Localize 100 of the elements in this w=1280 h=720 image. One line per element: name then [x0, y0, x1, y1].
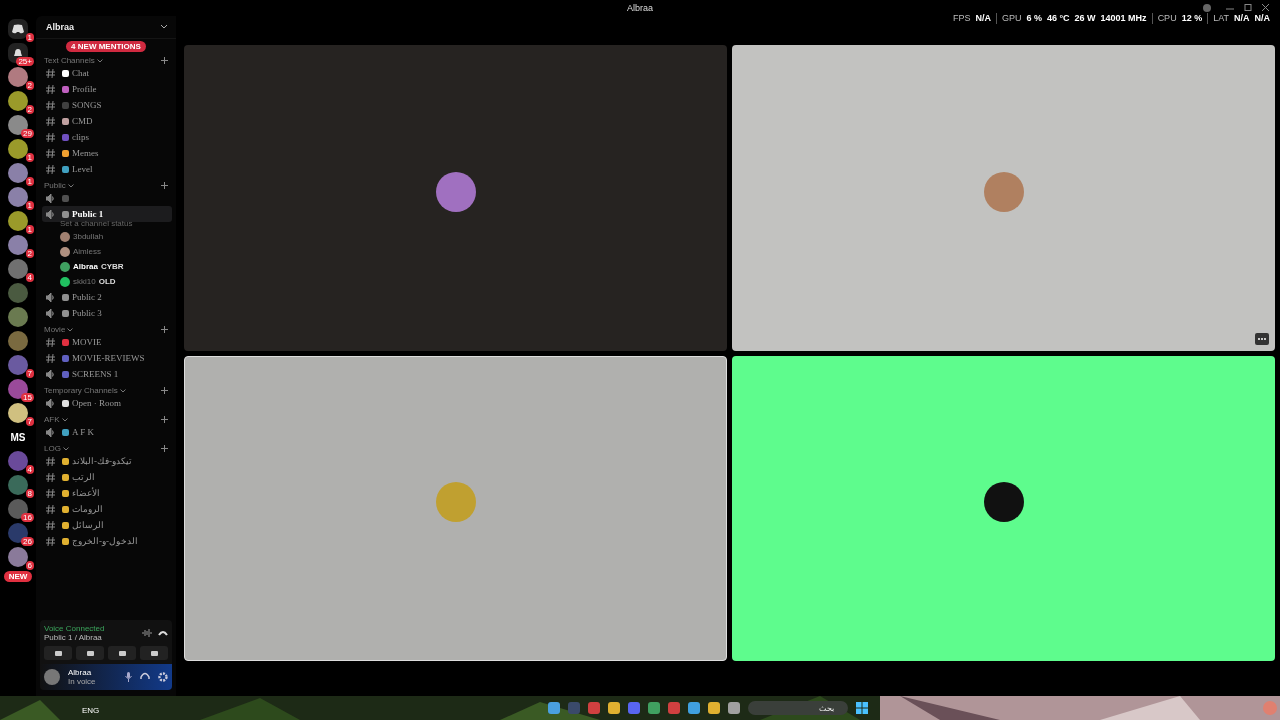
- voice-user-name[interactable]: skki10: [73, 277, 96, 286]
- voice-user-name[interactable]: Albraa: [73, 262, 98, 271]
- add-channel-icon[interactable]: [161, 416, 168, 423]
- unread-badge: 4: [25, 465, 34, 474]
- taskbar-app-icon[interactable]: [668, 702, 680, 714]
- video-tile[interactable]: [184, 45, 727, 351]
- language-indicator[interactable]: ENG: [82, 706, 100, 715]
- microphone-icon[interactable]: [125, 672, 132, 682]
- start-icon[interactable]: [856, 702, 868, 714]
- user-tag: OLD: [98, 277, 116, 286]
- voice-action-button[interactable]: [44, 646, 72, 660]
- channel-item[interactable]: MOVIE-REVIEWS: [42, 350, 172, 366]
- category-label[interactable]: Public: [44, 181, 66, 190]
- participant-avatar: [435, 482, 476, 523]
- add-channel-icon[interactable]: [161, 326, 168, 333]
- unread-badge: 26: [21, 537, 34, 546]
- category-label[interactable]: Text Channels: [44, 56, 95, 65]
- video-tile[interactable]: [732, 355, 1275, 661]
- taskbar-app-icon[interactable]: [588, 702, 600, 714]
- channel-item[interactable]: Memes: [42, 145, 172, 161]
- video-tile[interactable]: [732, 45, 1275, 351]
- channel-item[interactable]: Level: [42, 161, 172, 177]
- channel-item[interactable]: Public 3: [42, 305, 172, 321]
- taskbar-app-icon[interactable]: [628, 702, 640, 714]
- voice-channel-link[interactable]: Public 1 / Albraa: [44, 633, 136, 642]
- add-channel-icon[interactable]: [161, 182, 168, 189]
- channel-item[interactable]: Profile: [42, 81, 172, 97]
- taskbar-app-icon[interactable]: [688, 702, 700, 714]
- category-label[interactable]: Temporary Channels: [44, 386, 118, 395]
- channel-item[interactable]: clips: [42, 129, 172, 145]
- settings-icon[interactable]: [158, 672, 168, 682]
- channel-item[interactable]: MOVIE: [42, 334, 172, 350]
- channel-item[interactable]: الأعضاء: [42, 485, 172, 501]
- video-tile[interactable]: [184, 355, 727, 661]
- add-channel-icon[interactable]: [161, 57, 168, 64]
- server-icon[interactable]: [8, 139, 28, 159]
- hashtag-icon: [46, 337, 55, 347]
- server-label[interactable]: MS: [8, 427, 28, 447]
- server-icon[interactable]: [8, 67, 28, 87]
- window-controls-icon[interactable]: [1202, 3, 1272, 13]
- hashtag-icon: [46, 520, 55, 530]
- channel-item[interactable]: الدخول-و-الخروج: [42, 533, 172, 549]
- channel-item[interactable]: Public 2: [42, 289, 172, 305]
- stat-label: GPU: [1001, 13, 1022, 23]
- user-avatar[interactable]: [44, 669, 60, 685]
- voice-action-button[interactable]: [108, 646, 136, 660]
- voice-action-button[interactable]: [140, 646, 168, 660]
- channel-item[interactable]: SONGS: [42, 97, 172, 113]
- server-icon[interactable]: [8, 403, 28, 423]
- taskbar-app-icon[interactable]: [608, 702, 620, 714]
- new-pill: NEW: [3, 571, 33, 582]
- voice-action-button[interactable]: [76, 646, 104, 660]
- participant-avatar: [983, 171, 1024, 212]
- channel-item[interactable]: الرومات: [42, 501, 172, 517]
- mentions-pill[interactable]: 4 NEW MENTIONS: [66, 41, 146, 52]
- category-label[interactable]: Movie: [44, 325, 66, 334]
- taskbar-app-icon[interactable]: [708, 702, 720, 714]
- channel-item[interactable]: Chat: [42, 65, 172, 81]
- channel-status-hint[interactable]: Set a channel status: [42, 219, 172, 228]
- stat-label: CPU: [1157, 13, 1177, 23]
- channel-item[interactable]: CMD: [42, 113, 172, 129]
- user-status: In voice: [68, 677, 97, 686]
- taskbar-app-icon[interactable]: [648, 702, 660, 714]
- unread-badge: 1: [25, 201, 34, 210]
- server-icon[interactable]: [8, 19, 28, 39]
- stat-value: 46 °C: [1046, 13, 1070, 23]
- headphones-icon[interactable]: [140, 672, 150, 682]
- server-icon[interactable]: [8, 211, 28, 231]
- unread-badge: 7: [25, 369, 34, 378]
- add-channel-icon[interactable]: [161, 387, 168, 394]
- category-label[interactable]: AFK: [44, 415, 60, 424]
- unread-badge: 16: [21, 513, 34, 522]
- stat-value: 12 %: [1181, 13, 1203, 23]
- chevron-down-icon: [62, 446, 69, 451]
- taskbar-search[interactable]: بحث: [748, 701, 848, 715]
- voice-user-name[interactable]: Aimless: [73, 247, 101, 256]
- channel-item[interactable]: Public 1: [42, 206, 172, 222]
- disconnect-icon[interactable]: [158, 630, 168, 636]
- bell-icon: [13, 48, 23, 58]
- hashtag-icon: [46, 536, 55, 546]
- taskbar-app-icon[interactable]: [728, 702, 740, 714]
- channel-item[interactable]: Open · Room: [42, 395, 172, 411]
- speaker-icon: [46, 193, 55, 203]
- user-tag: CYBR: [100, 262, 124, 271]
- hashtag-icon: [46, 472, 55, 482]
- channel-item[interactable]: A F K: [42, 424, 172, 440]
- voice-user-name[interactable]: 3bdullah: [73, 232, 104, 241]
- channel-item[interactable]: SCREENS 1: [42, 366, 172, 382]
- server-header[interactable]: Albraa: [36, 16, 176, 39]
- channel-item[interactable]: الرسائل: [42, 517, 172, 533]
- signal-icon[interactable]: [142, 629, 152, 637]
- channel-item[interactable]: تيكدو-فك-البلاند: [42, 453, 172, 469]
- speaker-icon: [46, 292, 55, 302]
- category-label[interactable]: LOG: [44, 444, 61, 453]
- channel-item[interactable]: الرتب: [42, 469, 172, 485]
- server-icon[interactable]: [8, 91, 28, 111]
- hashtag-icon: [46, 456, 55, 466]
- add-channel-icon[interactable]: [161, 445, 168, 452]
- more-icon[interactable]: [1255, 332, 1269, 345]
- unread-badge: 2: [25, 249, 34, 258]
